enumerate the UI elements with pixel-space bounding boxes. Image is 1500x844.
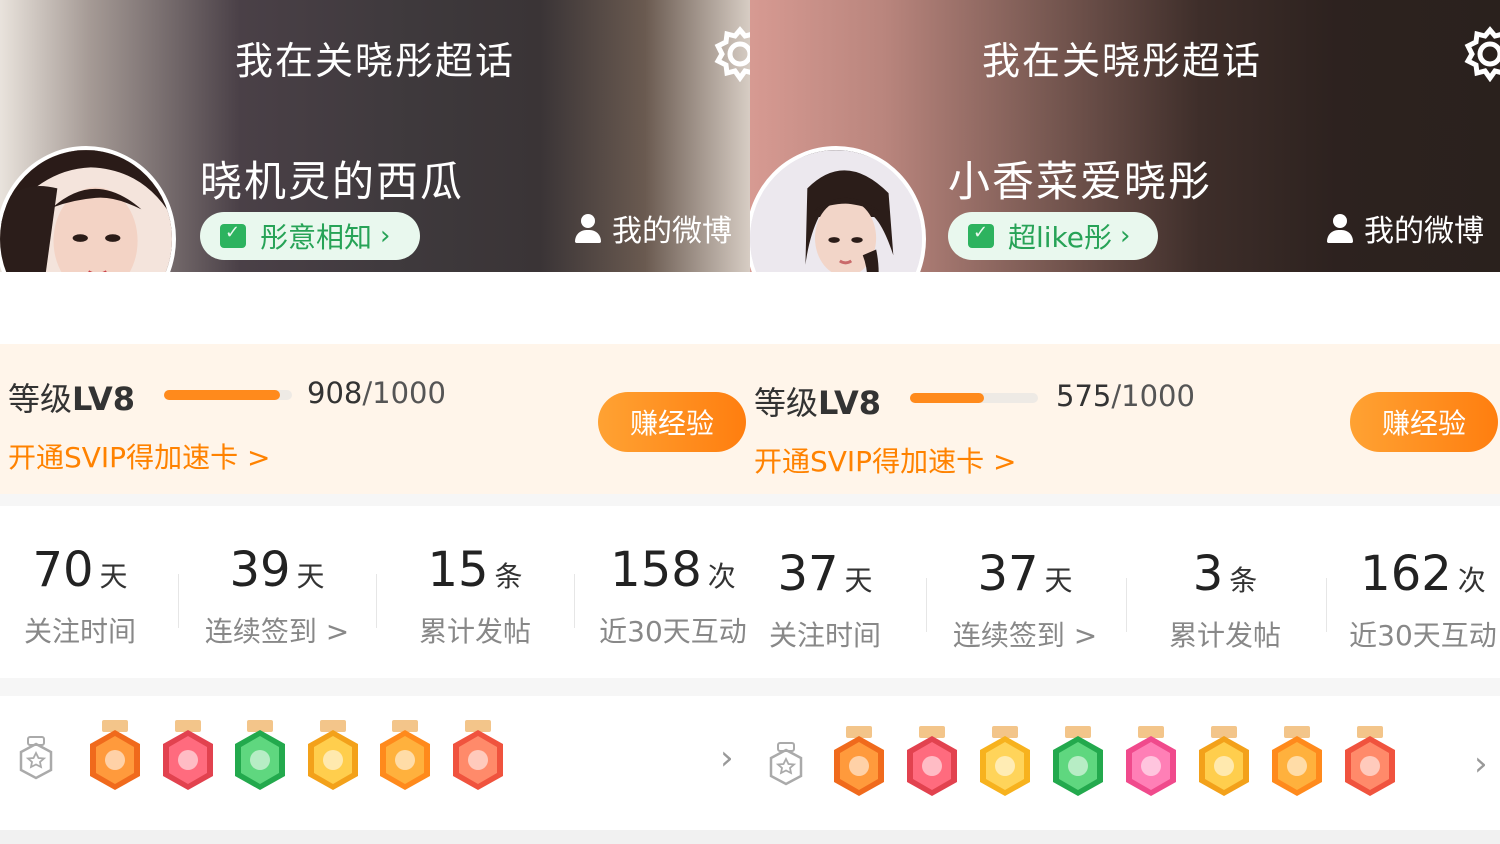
cheer-badge-icon[interactable] [1268, 726, 1326, 802]
stat-follow-days: 37 天 关注时间 [768, 546, 881, 652]
badge-frame-icon [769, 742, 803, 786]
super-topic-profile-left: 我在关晓彤超话 晓机灵的西瓜 ✓ 彤意相知 › 我的微博 等级LV8 908/1… [0, 0, 750, 844]
rock-hand-badge-icon[interactable] [1341, 726, 1399, 802]
level-progress-text: 575/1000 [1056, 379, 1195, 413]
level-progress-text: 908/1000 [307, 376, 446, 410]
back-arrow-icon[interactable] [0, 34, 14, 72]
stat-total-posts: 15 条 累计发帖 [418, 542, 531, 648]
level-progress-bar [910, 393, 1038, 403]
level-progress-total: /1000 [1111, 379, 1195, 413]
level-progress-fill [910, 393, 984, 403]
page-title: 我在关晓彤超话 [982, 39, 1263, 83]
section-gap [750, 678, 1500, 696]
stat-divider [1326, 578, 1327, 632]
level-label: 等级LV8 [8, 380, 136, 418]
header-spacer [0, 272, 750, 344]
fan-title-pill[interactable]: 超like彤 › [948, 212, 1158, 260]
stat-divider [1126, 578, 1127, 632]
my-weibo-label: 我的微博 [1364, 214, 1484, 249]
my-weibo-label: 我的微博 [612, 214, 732, 249]
level-card: 等级LV8 908/1000 开通SVIP得加速卡 > 赚经验 [0, 344, 750, 494]
person-icon [1324, 212, 1356, 244]
level-progress-total: /1000 [362, 376, 446, 410]
calendar-check-icon [220, 222, 246, 248]
lv8-badge-icon[interactable] [830, 726, 888, 802]
cheer-badge-icon[interactable] [376, 720, 434, 796]
bottom-strip [0, 830, 750, 844]
stat-divider [574, 574, 575, 628]
earn-exp-button[interactable]: 赚经验 [1350, 392, 1498, 452]
stat-total-posts: 3条 累计发帖 [1168, 546, 1281, 652]
badge-frame-icon [19, 736, 53, 780]
30-days-badge-icon[interactable] [1195, 726, 1253, 802]
level-value: LV8 [818, 384, 882, 422]
profile-header: 我在关晓彤超话 晓机灵的西瓜 ✓ 彤意相知 › 我的微博 [0, 0, 750, 332]
level-value: LV8 [72, 380, 136, 418]
svip-accelerator-link[interactable]: 开通SVIP得加速卡 > [754, 440, 1016, 480]
chevron-right-icon: › [1120, 221, 1131, 251]
header-spacer [750, 272, 1500, 344]
chevron-right-icon[interactable]: › [720, 738, 734, 778]
earn-exp-button[interactable]: 赚经验 [598, 392, 746, 452]
person-icon [572, 212, 604, 244]
level-progress-bar [164, 390, 292, 400]
stats-card: 70 天 关注时间 39 天 连续签到 > 15 条 累计发帖 158 次 近30天互动 [0, 506, 750, 678]
chevron-right-icon[interactable]: › [1474, 744, 1488, 784]
badge-wall[interactable]: › [750, 696, 1500, 830]
bottom-strip [750, 830, 1500, 844]
level-card: 等级LV8 575/1000 开通SVIP得加速卡 > 赚经验 [750, 344, 1500, 494]
fan-title-label: 超like彤 [1008, 221, 1113, 254]
fan-title-pill[interactable]: 彤意相知 › [200, 212, 420, 260]
calendar-check-icon [968, 222, 994, 248]
badge-wall[interactable]: › [0, 696, 750, 830]
section-gap [0, 678, 750, 696]
level-progress-fill [164, 390, 281, 400]
my-weibo-link[interactable]: 我的微博 [1324, 206, 1484, 250]
svip-accelerator-link[interactable]: 开通SVIP得加速卡 > [8, 436, 270, 476]
page-title: 我在关晓彤超话 [235, 39, 516, 83]
stat-checkin-streak[interactable]: 37 天 连续签到 > [930, 546, 1120, 654]
profile-header: 我在关晓彤超话 小香菜爱晓彤 ✓ 超like彤 › 我的微博 [750, 0, 1500, 332]
username: 小香菜爱晓彤 [948, 157, 1213, 206]
lv8-badge-icon[interactable] [86, 720, 144, 796]
stat-divider [926, 578, 927, 632]
section-gap [0, 494, 750, 506]
rock-hand-badge-icon[interactable] [449, 720, 507, 796]
my-weibo-link[interactable]: 我的微博 [572, 206, 732, 250]
stat-30day-interactions: 158 次 近30天互动 [599, 542, 747, 648]
gear-icon[interactable] [712, 26, 750, 82]
stat-30day-interactions: 162 次 近30天互动 [1349, 546, 1497, 652]
username: 晓机灵的西瓜 [200, 157, 465, 206]
hi-badge-icon[interactable] [976, 726, 1034, 802]
clap-badge-icon[interactable] [1049, 726, 1107, 802]
fan-title-label: 彤意相知 [260, 221, 373, 254]
level-progress-current: 575 [1056, 379, 1112, 413]
clap-badge-icon[interactable] [231, 720, 289, 796]
trophy-badge-icon[interactable] [159, 720, 217, 796]
super-topic-profile-right: 我在关晓彤超话 小香菜爱晓彤 ✓ 超like彤 › 我的微博 等级LV8 575… [750, 0, 1500, 844]
stat-divider [178, 574, 179, 628]
chevron-right-icon: › [380, 221, 391, 251]
gear-icon[interactable] [1462, 26, 1500, 82]
stats-card: 37 天 关注时间 37 天 连续签到 > 3条 累计发帖 162 次 近30天互动 [750, 506, 1500, 678]
stat-divider [376, 574, 377, 628]
graduation-badge-icon[interactable] [1122, 726, 1180, 802]
section-gap [750, 494, 1500, 506]
30-days-badge-icon[interactable] [304, 720, 362, 796]
level-label: 等级LV8 [754, 384, 882, 422]
level-progress-current: 908 [307, 376, 363, 410]
stat-follow-days: 70 天 关注时间 [23, 542, 136, 648]
stat-checkin-streak[interactable]: 39 天 连续签到 > [182, 542, 372, 650]
trophy-badge-icon[interactable] [903, 726, 961, 802]
